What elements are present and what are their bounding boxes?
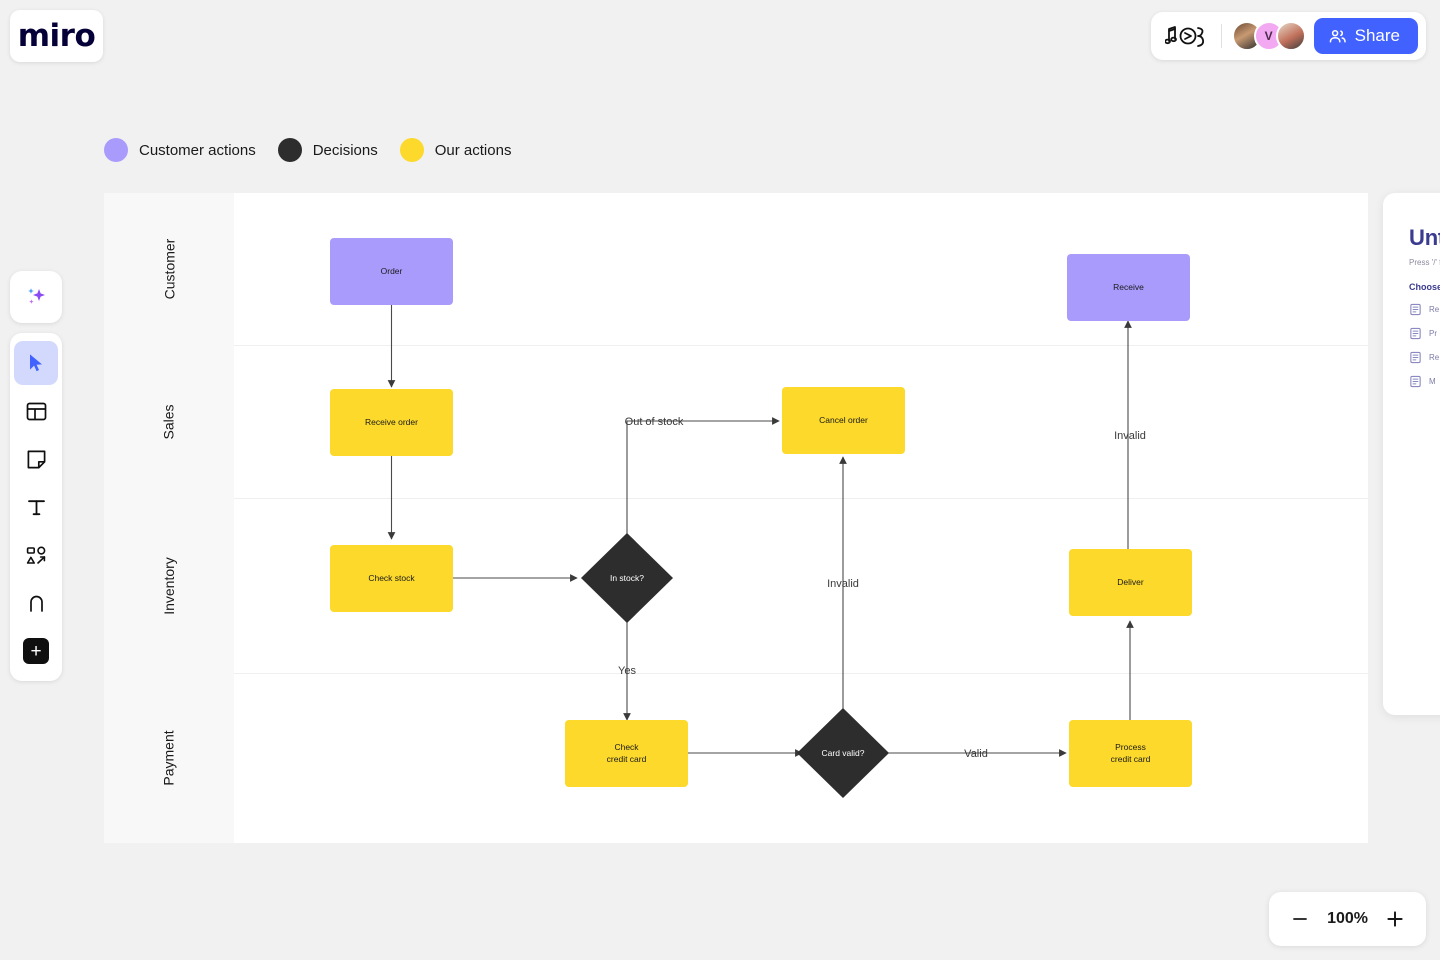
legend: Customer actions Decisions Our actions — [104, 138, 511, 162]
side-panel[interactable]: Unt Press '/' f Choose Re Pr Re — [1383, 193, 1440, 715]
node-label-line1: Process — [1115, 742, 1146, 752]
node-process-credit-card[interactable]: Process credit card — [1069, 720, 1192, 787]
legend-label: Our actions — [434, 141, 512, 159]
miro-logo[interactable]: miro — [10, 10, 103, 62]
panel-item-label: M — [1429, 377, 1436, 386]
panel-title: Unt — [1409, 225, 1440, 250]
toolbar-item-templates[interactable] — [14, 389, 58, 433]
pen-icon — [29, 595, 43, 612]
zoom-in-button[interactable] — [1382, 906, 1408, 932]
miro-logo-text: miro — [17, 18, 96, 54]
toolbar-item-more-apps[interactable]: + — [14, 629, 58, 673]
panel-item-label: Pr — [1429, 329, 1437, 338]
node-label: Cancel order — [819, 415, 868, 425]
legend-dot-decisions — [277, 138, 302, 162]
node-card-valid-decision[interactable]: Card valid? — [797, 708, 889, 798]
toolbar-item-pen[interactable] — [14, 581, 58, 625]
avatar-initial: V — [1264, 29, 1273, 43]
edge-card-valid-to-cancel-order: Invalid — [827, 456, 859, 713]
legend-label: Decisions — [312, 141, 378, 159]
ai-sparkles-icon — [28, 288, 45, 304]
edge-label: Out of stock — [625, 416, 684, 428]
minus-icon — [1293, 918, 1307, 920]
edge-card-valid-to-process-cc: Valid — [884, 748, 1067, 760]
legend-dot-our-actions — [399, 138, 424, 162]
node-label-line1: Check — [614, 742, 639, 752]
edge-deliver-to-receive: Invalid — [1114, 320, 1146, 583]
flowchart-diagram: Out of stock Yes Invalid Valid Invalid O… — [330, 238, 1192, 798]
legend-dot-customer — [104, 138, 128, 162]
left-toolbar: + — [10, 333, 62, 681]
document-icon — [1410, 327, 1421, 340]
legend-item-customer-actions: Customer actions — [104, 138, 256, 162]
share-button-label: Share — [1354, 26, 1400, 45]
music-note-doodle-icon — [1164, 26, 1204, 47]
node-label: Receive — [1113, 282, 1144, 292]
toolbar-item-shapes[interactable] — [14, 533, 58, 577]
node-receive[interactable]: Receive — [1067, 254, 1190, 321]
legend-item-our-actions: Our actions — [399, 138, 512, 162]
shapes-icon — [26, 545, 45, 564]
document-icon — [1410, 351, 1421, 364]
panel-item-label: Re — [1429, 353, 1440, 362]
node-label: Check stock — [368, 573, 415, 583]
edge-label: Invalid — [1114, 430, 1146, 442]
zoom-out-button[interactable] — [1287, 906, 1313, 932]
avatar-group[interactable]: V — [1231, 21, 1306, 51]
people-icon — [1329, 29, 1346, 42]
text-icon — [27, 499, 45, 515]
sticky-note-icon — [27, 450, 45, 468]
templates-icon — [26, 402, 46, 420]
panel-hint: Press '/' f — [1409, 258, 1440, 267]
top-right-bar: V Share — [1150, 12, 1426, 60]
node-receive-order[interactable]: Receive order — [330, 389, 453, 456]
panel-list-item[interactable]: Re — [1409, 303, 1440, 316]
legend-item-decisions: Decisions — [277, 138, 378, 162]
node-label: Card valid? — [822, 748, 865, 758]
node-check-credit-card[interactable]: Check credit card — [565, 720, 688, 787]
edge-in-stock-to-check-credit-card: Yes — [618, 618, 636, 721]
plus-icon: + — [23, 638, 49, 664]
zoom-control: 100% — [1269, 892, 1426, 946]
edge-label: Yes — [618, 665, 636, 677]
node-check-stock[interactable]: Check stock — [330, 545, 453, 612]
panel-list-item[interactable]: Pr — [1409, 327, 1440, 340]
node-label: Receive order — [365, 417, 418, 427]
edge-label: Invalid — [827, 578, 859, 590]
node-label-line2: credit card — [607, 754, 647, 764]
cursor-select-icon — [30, 354, 42, 372]
node-label: Order — [381, 266, 403, 276]
bar-divider — [1220, 24, 1222, 48]
node-order[interactable]: Order — [330, 238, 453, 305]
node-in-stock-decision[interactable]: In stock? — [581, 533, 673, 623]
node-label: In stock? — [610, 573, 644, 583]
node-cancel-order[interactable]: Cancel order — [782, 387, 905, 454]
toolbar-item-text[interactable] — [14, 485, 58, 529]
toolbar-item-sticky-note[interactable] — [14, 437, 58, 481]
panel-section-label: Choose — [1409, 282, 1440, 292]
plus-icon — [1387, 911, 1403, 927]
legend-label: Customer actions — [139, 141, 256, 159]
share-button[interactable]: Share — [1313, 18, 1418, 54]
node-label: Deliver — [1117, 577, 1144, 587]
board-frame[interactable]: Customer Sales Inventory Payment Out of … — [104, 193, 1368, 843]
toolbar-item-select[interactable] — [14, 341, 58, 385]
panel-list-item[interactable]: M — [1409, 375, 1440, 388]
edge-label: Valid — [964, 748, 988, 760]
document-icon — [1410, 303, 1421, 316]
panel-item-label: Re — [1429, 305, 1440, 314]
node-deliver[interactable]: Deliver — [1069, 549, 1192, 616]
zoom-level-label: 100% — [1327, 910, 1368, 927]
avatar[interactable] — [1275, 21, 1306, 51]
node-label-line2: credit card — [1111, 754, 1151, 764]
edge-in-stock-to-cancel-order: Out of stock — [625, 416, 780, 538]
panel-list-item[interactable]: Re — [1409, 351, 1440, 364]
toolbar-item-ai[interactable] — [10, 271, 62, 323]
document-icon — [1410, 375, 1421, 388]
